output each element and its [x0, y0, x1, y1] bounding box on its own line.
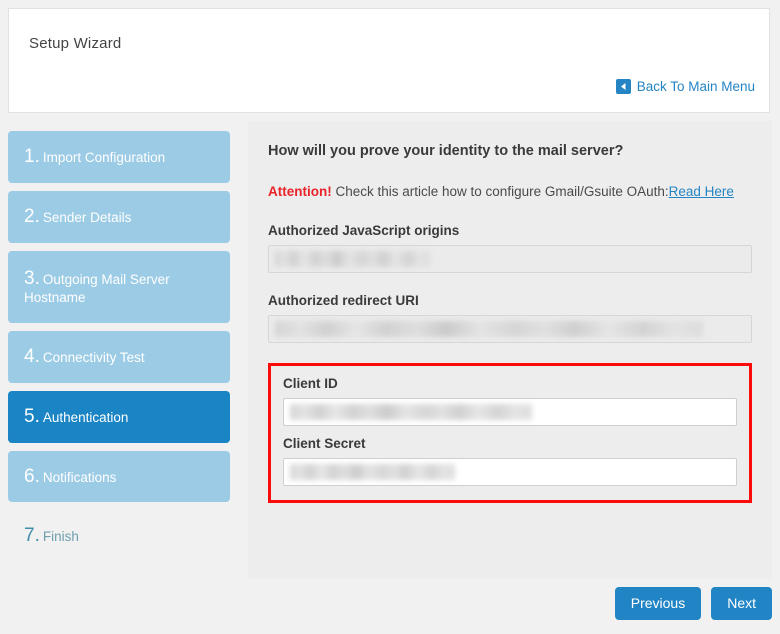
- next-button[interactable]: Next: [711, 587, 772, 621]
- client-id-input[interactable]: [283, 397, 737, 426]
- setup-wizard-page: Setup Wizard Back To Main Menu 1. Import …: [0, 0, 780, 634]
- step-number: 5.: [24, 405, 40, 427]
- back-to-main-menu-label: Back To Main Menu: [636, 79, 755, 94]
- redacted-value: [275, 320, 703, 337]
- client-secret-field: Client Secret: [283, 436, 737, 486]
- sidebar-item-authentication[interactable]: 5. Authentication: [8, 390, 230, 443]
- step-label: Outgoing Mail Server Hostname: [24, 271, 170, 306]
- sidebar-item-connectivity-test[interactable]: 4. Connectivity Test: [8, 331, 230, 383]
- previous-button[interactable]: Previous: [614, 587, 702, 621]
- sidebar-item-import-configuration[interactable]: 1. Import Configuration: [8, 131, 230, 183]
- back-to-main-menu-link[interactable]: Back To Main Menu: [615, 79, 755, 94]
- wizard-navigation: Previous Next: [614, 587, 772, 621]
- wizard-steps-sidebar: 1. Import Configuration 2. Sender Details …: [8, 131, 230, 570]
- attention-label: Attention!: [268, 184, 332, 199]
- authorized-javascript-origins-field: Authorized JavaScript origins: [268, 223, 752, 273]
- client-secret-input[interactable]: [283, 457, 737, 486]
- authorized-redirect-uri-label: Authorized redirect URI: [268, 292, 419, 308]
- step-number: 3.: [24, 267, 40, 289]
- authorized-javascript-origins-input[interactable]: [268, 244, 752, 273]
- step-label: Sender Details: [42, 209, 132, 225]
- client-id-label: Client ID: [283, 375, 338, 391]
- oauth-credentials-highlight-group: Client ID Client Secret: [268, 362, 752, 503]
- authorized-redirect-uri-field: Authorized redirect URI: [268, 293, 752, 343]
- step-label: Import Configuration: [42, 150, 166, 165]
- sidebar-item-finish[interactable]: 7. Finish: [8, 510, 230, 562]
- client-id-field: Client ID: [283, 376, 737, 426]
- redacted-value: [290, 403, 532, 420]
- step-label: Authentication: [42, 409, 129, 425]
- redacted-value: [275, 250, 430, 267]
- sidebar-item-notifications[interactable]: 6. Notifications: [8, 450, 230, 503]
- step-number: 1.: [24, 146, 40, 167]
- client-secret-label: Client Secret: [283, 435, 366, 451]
- step-label: Notifications: [42, 469, 117, 485]
- attention-notice: Attention! Check this article how to con…: [268, 181, 752, 203]
- step-number: 4.: [24, 346, 40, 368]
- arrow-left-icon: [615, 79, 631, 94]
- wizard-body: 1. Import Configuration 2. Sender Details …: [0, 121, 780, 634]
- sidebar-item-outgoing-mail-server-hostname[interactable]: 3. Outgoing Mail Server Hostname: [8, 250, 230, 324]
- header-panel: Setup Wizard Back To Main Menu: [8, 8, 770, 113]
- authentication-panel: How will you prove your identity to the …: [248, 121, 772, 579]
- read-here-link[interactable]: Read Here: [669, 184, 734, 199]
- step-number: 6.: [24, 465, 40, 487]
- attention-text: Check this article how to configure Gmai…: [331, 184, 669, 199]
- step-number: 7.: [24, 525, 40, 547]
- redacted-value: [290, 463, 455, 480]
- step-number: 2.: [24, 205, 40, 227]
- page-title: Setup Wizard: [29, 35, 122, 52]
- authorized-redirect-uri-input[interactable]: [268, 314, 752, 343]
- authorized-javascript-origins-label: Authorized JavaScript origins: [268, 222, 460, 238]
- panel-heading: How will you prove your identity to the …: [268, 143, 624, 159]
- step-label: Connectivity Test: [42, 350, 145, 366]
- sidebar-item-sender-details[interactable]: 2. Sender Details: [8, 190, 230, 243]
- step-label: Finish: [42, 529, 79, 545]
